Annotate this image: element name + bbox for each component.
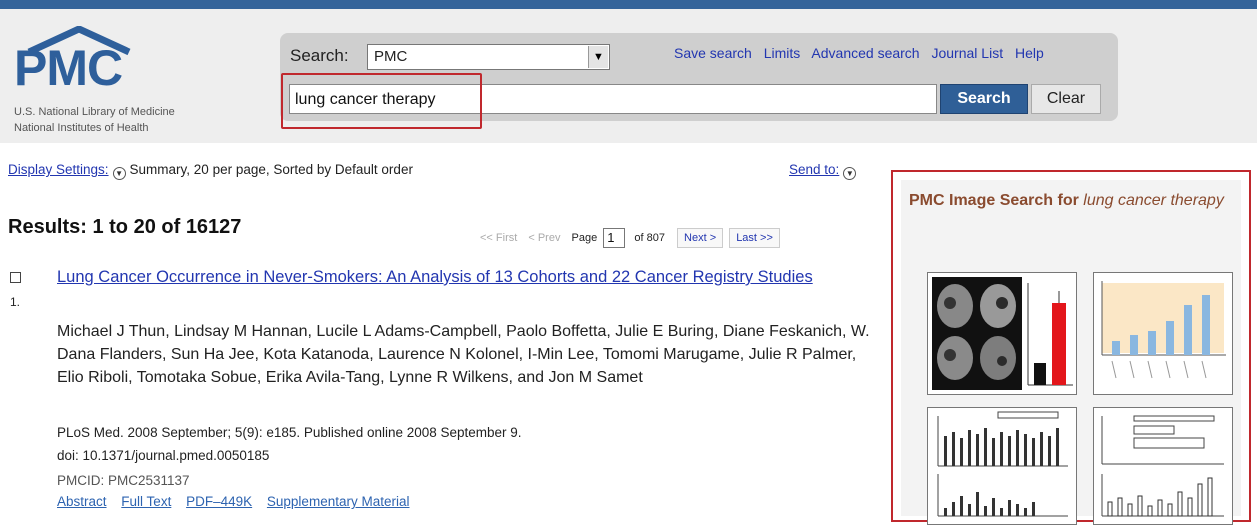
result-title-link[interactable]: Lung Cancer Occurrence in Never-Smokers:…: [57, 266, 847, 289]
help-link[interactable]: Help: [1015, 45, 1044, 61]
save-search-link[interactable]: Save search: [674, 45, 752, 61]
figure-thumbnail-graphic: [1101, 415, 1224, 517]
image-search-panel-body: PMC Image Search for lung cancer therapy: [901, 180, 1241, 525]
advanced-search-link[interactable]: Advanced search: [811, 45, 919, 61]
dropdown-arrow-icon[interactable]: ▼: [588, 46, 608, 68]
pager: << First < Prev Page 1 of 807 Next > Las…: [480, 228, 780, 249]
page-label: Page: [571, 232, 598, 244]
ct-scan-thumbnail-graphic: [932, 277, 1073, 390]
search-label: Search:: [290, 46, 349, 65]
prev-page-link: < Prev: [528, 232, 561, 244]
abstract-link[interactable]: Abstract: [57, 494, 107, 509]
logo-text: PMC: [14, 40, 123, 96]
result-links: Abstract Full Text PDF–449K Supplementar…: [57, 494, 420, 509]
chevron-down-icon[interactable]: ▼: [843, 167, 857, 180]
logo-subtitle-nih: National Institutes of Health: [14, 122, 149, 134]
next-page-button[interactable]: Next >: [677, 228, 724, 248]
pmc-logo[interactable]: PMC U.S. National Library of Medicine Na…: [14, 26, 254, 136]
database-select-value: PMC: [374, 48, 408, 65]
image-search-title-query: lung cancer therapy: [1083, 192, 1224, 209]
result-number: 1.: [10, 295, 21, 309]
figure-thumbnail-graphic: [937, 411, 1068, 517]
database-select[interactable]: PMC ▼: [367, 44, 610, 70]
image-thumbnail[interactable]: [1093, 272, 1233, 395]
send-to-link[interactable]: Send to:: [789, 162, 839, 177]
bar-chart-thumbnail-graphic: [1101, 281, 1226, 379]
image-thumbnail[interactable]: [927, 407, 1077, 525]
page-number-input[interactable]: 1: [603, 228, 626, 249]
logo-subtitle-nlm: U.S. National Library of Medicine: [14, 106, 175, 118]
journal-list-link[interactable]: Journal List: [931, 45, 1003, 61]
limits-link[interactable]: Limits: [764, 45, 801, 61]
result-doi: doi: 10.1371/journal.pmed.0050185: [57, 448, 270, 463]
display-settings-summary: Summary, 20 per page, Sorted by Default …: [129, 162, 413, 177]
results-heading: Results: 1 to 20 of 16127: [8, 216, 242, 238]
image-search-panel: PMC Image Search for lung cancer therapy: [891, 170, 1251, 525]
full-text-link[interactable]: Full Text: [121, 494, 171, 509]
image-thumbnail[interactable]: [927, 272, 1077, 395]
image-thumbnail[interactable]: [1093, 407, 1233, 525]
send-to: Send to: ▼: [789, 162, 860, 180]
result-authors: Michael J Thun, Lindsay M Hannan, Lucile…: [57, 323, 870, 386]
top-bar: [0, 0, 1257, 9]
last-page-button[interactable]: Last >>: [729, 228, 780, 248]
page-count: of 807: [634, 232, 665, 244]
image-search-title-bold: PMC Image Search for: [909, 192, 1079, 209]
pdf-link[interactable]: PDF–449K: [186, 494, 252, 509]
first-page-link: << First: [480, 232, 518, 244]
top-links: Save search Limits Advanced search Journ…: [674, 45, 1052, 61]
clear-button[interactable]: Clear: [1031, 84, 1101, 114]
display-settings-row: Display Settings: ▼ Summary, 20 per page, …: [8, 162, 413, 180]
result-citation: PLoS Med. 2008 September; 5(9): e185. Pu…: [57, 425, 522, 440]
search-highlight-box: [281, 73, 482, 129]
display-settings-link[interactable]: Display Settings:: [8, 162, 109, 177]
supplementary-material-link[interactable]: Supplementary Material: [267, 494, 410, 509]
image-search-title[interactable]: PMC Image Search for lung cancer therapy: [909, 190, 1241, 211]
chevron-down-icon[interactable]: ▼: [112, 167, 126, 180]
result-pmcid: PMCID: PMC2531137: [57, 473, 190, 488]
search-button[interactable]: Search: [940, 84, 1028, 114]
result-checkbox[interactable]: [10, 272, 21, 283]
